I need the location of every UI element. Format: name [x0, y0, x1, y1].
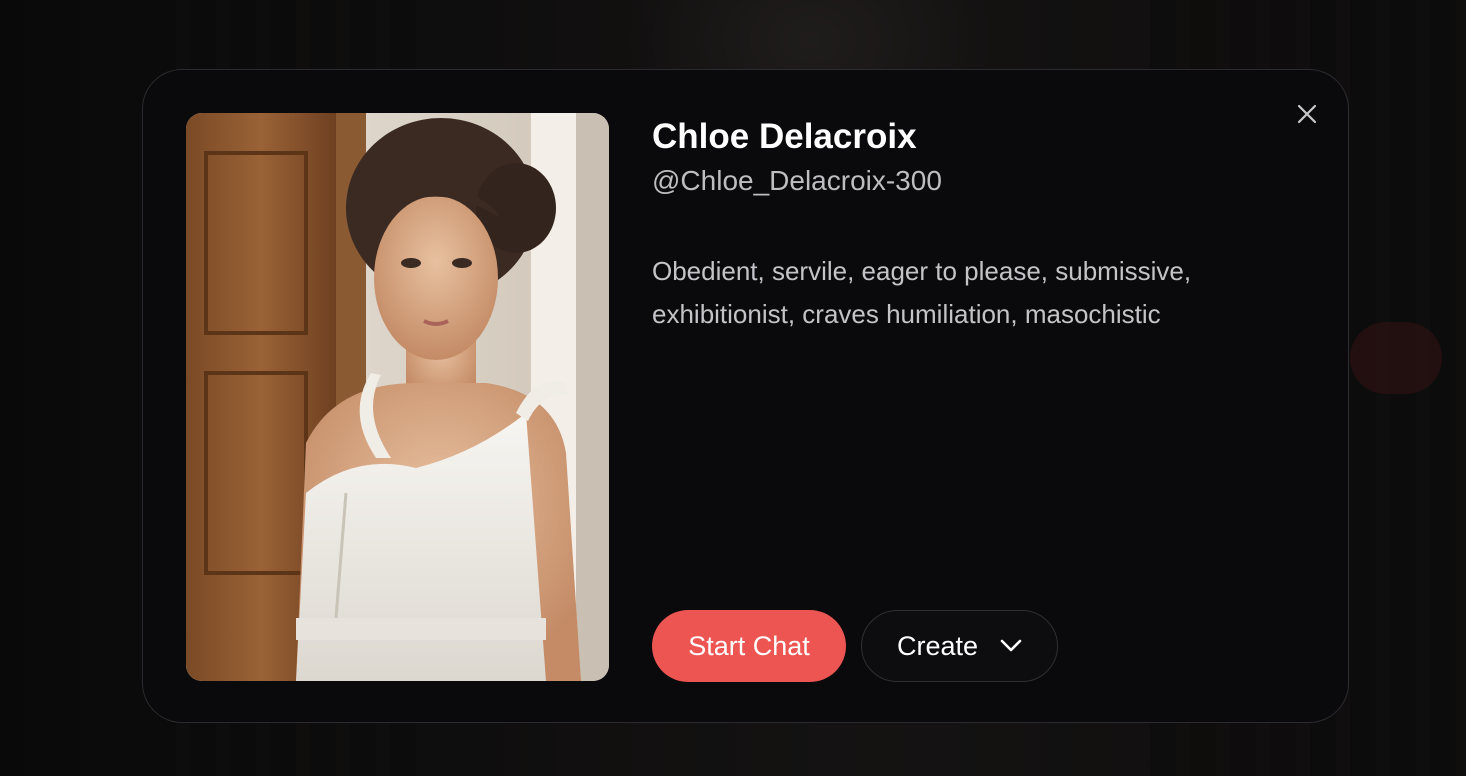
chevron-down-icon: [1000, 639, 1022, 652]
character-description: Obedient, servile, eager to please, subm…: [652, 256, 1192, 329]
start-chat-button[interactable]: Start Chat: [652, 610, 846, 682]
character-name: Chloe Delacroix: [652, 117, 917, 156]
start-chat-label: Start Chat: [688, 630, 810, 661]
character-modal: Chloe Delacroix @Chloe_Delacroix-300 Obe…: [142, 69, 1349, 723]
create-dropdown-button[interactable]: Create: [861, 610, 1058, 682]
modal-actions: Start Chat Create: [652, 610, 1058, 682]
character-portrait: [186, 113, 609, 681]
create-label: Create: [896, 630, 979, 661]
character-handle: @Chloe_Delacroix-300: [652, 165, 942, 196]
character-info: Chloe Delacroix @Chloe_Delacroix-300 Obe…: [652, 115, 1312, 336]
